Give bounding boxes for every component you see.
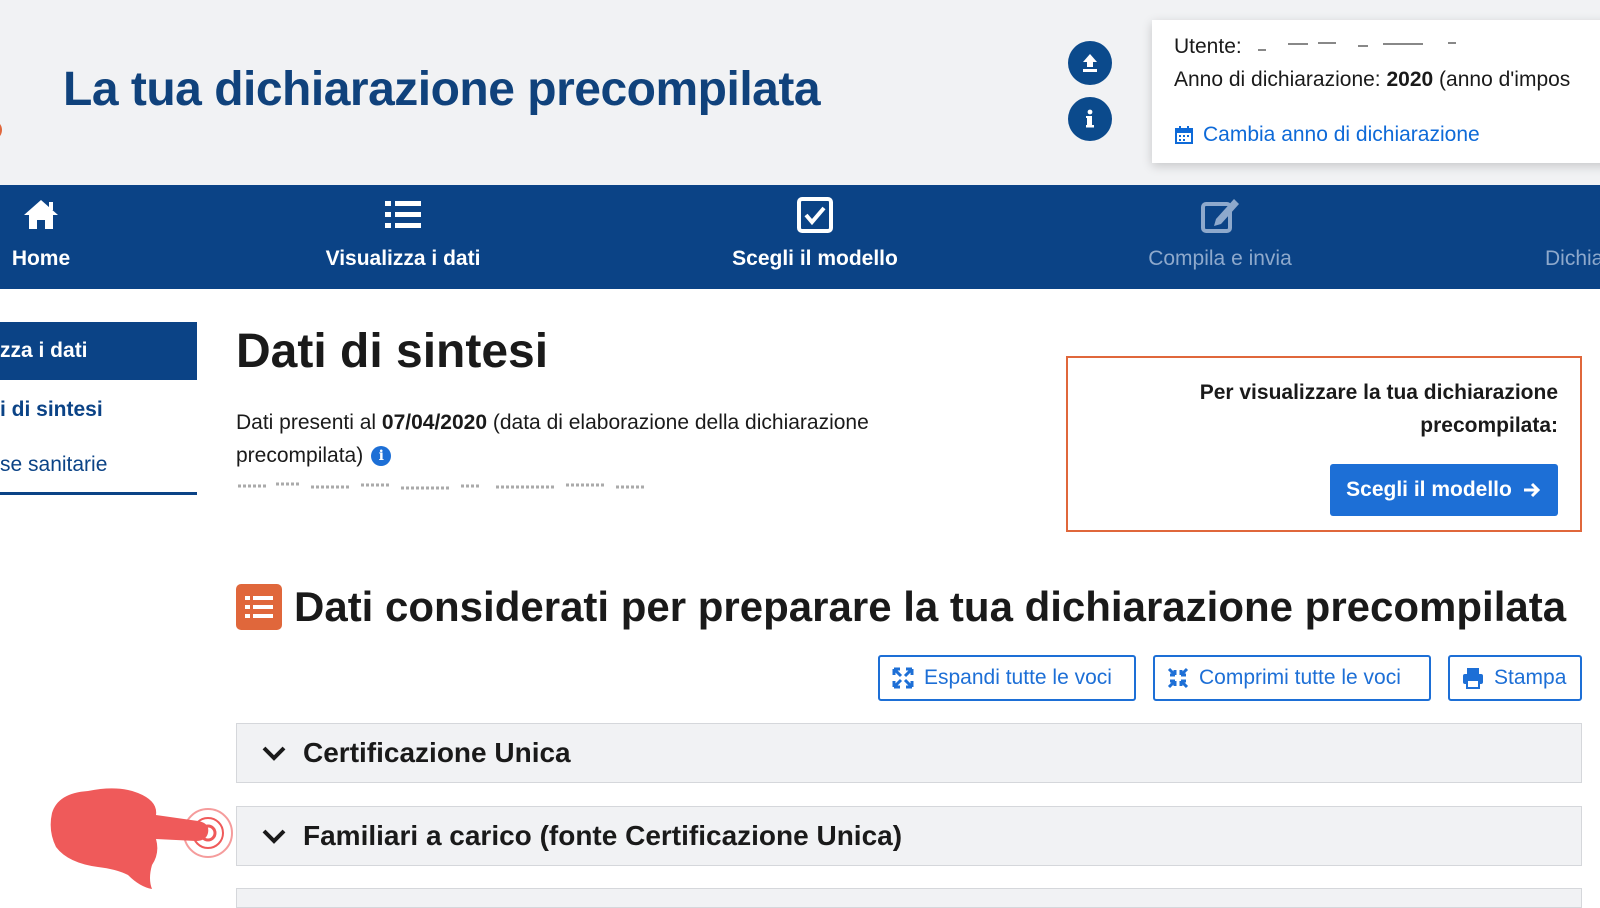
accordion-label: Familiari a carico (fonte Certificazione… [303, 820, 903, 851]
nav-visualizza[interactable]: Visualizza i dati [303, 185, 503, 289]
upload-button[interactable] [1068, 41, 1112, 85]
collapse-all-label: Comprimi tutte le voci [1199, 666, 1401, 689]
nav-home[interactable]: Home [0, 185, 82, 289]
intro-text: Dati presenti al 07/04/2020 (data di ela… [236, 406, 956, 472]
sidebar-item-visualizza[interactable]: zza i dati [0, 322, 197, 380]
home-icon [24, 200, 58, 229]
chevron-down-icon [262, 746, 286, 761]
year-label: Anno di dichiarazione: [1174, 68, 1381, 91]
sidebar-divider [0, 492, 197, 495]
expand-all-label: Espandi tutte le voci [924, 666, 1112, 689]
accordion-partial [236, 888, 1582, 908]
nav-scegli-label: Scegli il modello [732, 247, 898, 270]
user-panel: Utente: Anno di dichiarazione: 2020 (ann… [1152, 20, 1600, 163]
user-row: Utente: [1174, 35, 1478, 59]
promo-text: Per visualizzare la tua dichiarazione pr… [1199, 381, 1558, 437]
header: La tua dichiarazione precompilata Utente… [0, 0, 1600, 185]
info-button[interactable] [1068, 97, 1112, 141]
scegli-modello-button[interactable]: Scegli il modello [1330, 464, 1558, 516]
page-title: Dati di sintesi [236, 325, 549, 378]
sidebar-item-sintesi[interactable]: i di sintesi [0, 398, 103, 422]
nav-compila: Compila e invia [1120, 185, 1320, 289]
list-icon [236, 584, 282, 630]
nav-scegli[interactable]: Scegli il modello [715, 185, 915, 289]
checkbox-icon [797, 197, 833, 233]
promo-box: Per visualizzare la tua dichiarazione pr… [1066, 356, 1582, 532]
upload-icon [1083, 54, 1097, 72]
accordion-certificazione-unica[interactable]: Certificazione Unica [236, 723, 1582, 783]
nav-visualizza-label: Visualizza i dati [325, 247, 481, 270]
section-title-label: Dati considerati per preparare la tua di… [294, 583, 1567, 630]
scegli-modello-label: Scegli il modello [1346, 478, 1512, 501]
chevron-down-icon [262, 829, 286, 844]
pointing-hand-icon [50, 788, 233, 889]
redacted-username [1257, 42, 1456, 52]
edit-icon [1201, 199, 1239, 233]
compress-icon [1167, 667, 1189, 689]
year-value: 2020 [1386, 68, 1434, 91]
user-label: Utente: [1174, 35, 1242, 58]
expand-all-button[interactable]: Espandi tutte le voci [878, 655, 1136, 701]
nav-home-label: Home [11, 247, 71, 270]
year-row: Anno di dichiarazione: 2020 (anno d'impo… [1174, 68, 1570, 92]
calendar-icon [1175, 126, 1193, 144]
intro-date: 07/04/2020 [381, 411, 488, 434]
main-navbar: Home Visualizza i dati Scegli il modello… [0, 185, 1600, 289]
redacted-text [238, 482, 646, 490]
nav-compila-label: Compila e invia [1148, 247, 1292, 270]
section-title: Dati considerati per preparare la tua di… [236, 583, 1566, 631]
sidebar-item-label: se sanitarie [0, 453, 108, 476]
collapse-all-button[interactable]: Comprimi tutte le voci [1153, 655, 1431, 701]
info-icon [1086, 109, 1094, 128]
sidebar-item-label: i di sintesi [0, 398, 103, 421]
accordion-familiari-a-carico[interactable]: Familiari a carico (fonte Certificazione… [236, 806, 1582, 866]
logo-icon [0, 124, 2, 136]
change-year-label: Cambia anno di dichiarazione [1203, 123, 1480, 146]
nav-dichiarazione-label: Dichia [1545, 247, 1600, 270]
change-year-link[interactable]: Cambia anno di dichiarazione [1174, 123, 1480, 147]
nav-dichiarazione: Dichia [1545, 185, 1600, 289]
list-icon [385, 201, 421, 228]
accordion-label: Certificazione Unica [303, 737, 571, 768]
expand-icon [892, 667, 914, 689]
print-icon [1463, 668, 1483, 689]
arrow-right-icon [1523, 482, 1540, 498]
sidebar-item-spese-sanitarie[interactable]: se sanitarie [0, 453, 107, 477]
print-button[interactable]: Stampa [1448, 655, 1582, 701]
intro-prefix: Dati presenti al [236, 411, 377, 434]
year-suffix: (anno d'impos [1439, 68, 1571, 91]
site-title: La tua dichiarazione precompilata [63, 63, 821, 116]
print-label: Stampa [1494, 666, 1567, 689]
sidebar-item-label: zza i dati [0, 339, 88, 362]
info-icon[interactable]: i [371, 446, 392, 466]
